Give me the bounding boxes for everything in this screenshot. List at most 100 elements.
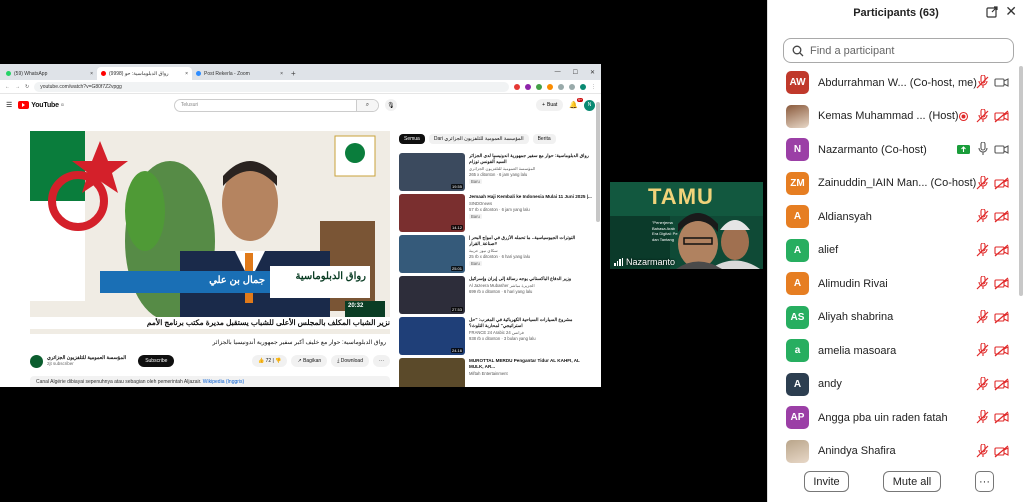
minimize-icon[interactable]: — [555,69,561,76]
youtube-logo[interactable]: YouTube ID [18,101,64,109]
participant-row[interactable]: AP Angga pba uin raden fatah [768,401,1018,435]
avatar[interactable]: N [584,99,595,111]
mute-all-button[interactable]: Mute all [883,471,941,492]
participant-row[interactable]: Aalief [768,234,1018,268]
list-item[interactable]: 14.12 Jemaah Haji Kembali ke Indonesia M… [399,194,595,235]
video-camera-off-icon[interactable] [994,176,1009,191]
list-item[interactable]: 24.16 مشروع السيارات السياحية الكهربائية… [399,317,595,358]
microphone-muted-icon[interactable] [975,175,990,191]
extension-icon[interactable] [569,83,575,90]
extension-icon[interactable] [525,83,531,90]
video-camera-off-icon[interactable] [994,276,1009,291]
video-camera-icon[interactable] [994,75,1009,90]
video-camera-off-icon[interactable] [994,377,1009,392]
chip-all[interactable]: Semua [399,134,425,144]
panel-scrollbar[interactable] [1019,66,1023,296]
video-camera-off-icon[interactable] [994,109,1009,124]
microphone-muted-icon[interactable] [975,242,990,258]
back-icon[interactable]: ← [5,84,10,90]
participant-row[interactable]: AW Abdurrahman W... (Co-host, me) [768,66,1018,100]
video-camera-off-icon[interactable] [994,410,1009,425]
microphone-muted-icon[interactable] [975,209,990,224]
microphone-muted-icon[interactable] [975,410,990,425]
browser-tab-youtube[interactable]: رواق الدبلوماسية: حو (9998) × [97,67,192,80]
list-item[interactable]: 27.53 وزير الدفاع الباكستاني يوجه رسالة … [399,276,595,317]
extension-icon[interactable] [558,83,564,90]
extension-icon[interactable] [536,83,542,90]
microphone-muted-icon[interactable] [975,376,990,392]
like-button[interactable]: 👍 72 | 👎 [251,355,288,367]
hamburger-icon[interactable]: ☰ [6,101,12,109]
chip-channel[interactable]: Dari المؤسسة العمومية للتلفزيون الجزائري [428,134,529,144]
download-button[interactable]: ⤓ Download [331,355,369,367]
maximize-icon[interactable]: ☐ [573,69,578,76]
wikipedia-link[interactable]: Wikipedia (Inggris) [203,379,244,385]
bell-icon[interactable]: 🔔 9+ [569,98,583,109]
description-box[interactable]: Canal Algérie dibiayai sepenuhnya atau s… [30,376,390,387]
chip-news[interactable]: Berita [532,134,556,144]
participant-video-tile[interactable]: TAMU "Penerjema Bahasa Arab Era Digital:… [610,182,763,269]
extension-icon[interactable] [514,83,520,90]
video-camera-off-icon[interactable] [994,444,1009,459]
page-scrollbar[interactable] [596,102,600,222]
invite-button[interactable]: Invite [804,471,849,492]
pop-out-icon[interactable] [986,6,998,18]
video-camera-off-icon[interactable] [994,209,1009,224]
participant-row[interactable]: Aandy [768,368,1018,402]
forward-icon[interactable]: → [15,84,20,90]
browser-tab-whatsapp[interactable]: (59) WhatsApp × [2,67,97,80]
search-input[interactable]: Telusuri ⌕ [173,98,379,112]
microphone-muted-icon[interactable] [975,75,990,90]
video-camera-icon[interactable] [994,142,1009,157]
microphone-icon[interactable] [975,142,990,157]
close-icon[interactable]: ✕ [1005,3,1017,20]
participant-row[interactable]: N Nazarmanto (Co-host) [768,133,1018,167]
new-tab-button[interactable]: + [287,69,300,80]
video-thumbnail[interactable]: 14.12 [399,194,465,232]
extension-icon[interactable] [547,83,553,90]
url-field[interactable]: youtube.com/watch?v=G80f7Z2vpgg [34,81,509,92]
list-item[interactable]: MUROTTAL MERDU Pengantar Tidur AL KAHFI,… [399,358,595,387]
channel-name: Miftah Entertainment [469,371,508,377]
video-thumbnail[interactable]: 25.01 [399,235,465,273]
participant-row[interactable]: A Aldiansyah [768,200,1018,234]
participant-row[interactable]: ZM Zainuddin_IAIN Man... (Co-host) [768,167,1018,201]
video-camera-off-icon[interactable] [994,310,1009,325]
video-thumbnail[interactable] [399,358,465,387]
close-icon[interactable]: × [185,71,188,77]
microphone-muted-icon[interactable] [975,108,990,124]
participant-row[interactable]: Kemas Muhammad ... (Host) [768,100,1018,134]
video-camera-off-icon[interactable] [994,243,1009,258]
list-item[interactable]: 25.01 التوترات الجيوسياسية.. ما تحمله ال… [399,235,595,276]
microphone-muted-icon[interactable] [975,443,990,459]
profile-icon[interactable] [580,83,586,90]
video-thumbnail[interactable]: 24.16 [399,317,465,355]
create-button[interactable]: + Buat [536,99,564,111]
menu-icon[interactable]: ⋮ [591,84,596,90]
video-thumbnail[interactable]: 19.55 [399,153,465,191]
participant-row[interactable]: AS Aliyah shabrina [768,301,1018,335]
microphone-muted-icon[interactable] [975,343,990,358]
channel-avatar[interactable] [30,354,43,368]
close-window-icon[interactable]: ✕ [590,69,595,76]
search-input[interactable]: Find a participant [783,38,1014,63]
microphone-muted-icon[interactable] [975,276,990,291]
video-camera-off-icon[interactable] [994,343,1009,358]
more-button[interactable]: ··· [373,355,390,367]
list-item[interactable]: 19.55 رواق الدبلوماسية: حوار مع سفير جمه… [399,153,595,194]
participant-row[interactable]: A Alimudin Rivai [768,267,1018,301]
subscribe-button[interactable]: Subscribe [138,355,175,367]
search-icon[interactable]: ⌕ [355,99,378,111]
mic-icon[interactable]: 🎙 [384,99,397,111]
video-thumbnail[interactable]: 27.53 [399,276,465,314]
close-icon[interactable]: × [90,71,93,77]
more-options-button[interactable]: ··· [975,471,994,492]
video-player[interactable]: رواق الدبلوماسية جمال بن علي 20:32 نزير … [30,131,390,334]
browser-tab-zoom[interactable]: Post Rekerla - Zoom × [192,67,287,80]
participant-row[interactable]: a amelia masoara [768,334,1018,368]
share-button[interactable]: ↗ Bagikan [291,355,328,367]
close-icon[interactable]: × [280,71,283,77]
microphone-muted-icon[interactable] [975,309,990,325]
reload-icon[interactable]: ↻ [25,84,29,90]
participant-row[interactable]: Anindya Shafira [768,435,1018,469]
